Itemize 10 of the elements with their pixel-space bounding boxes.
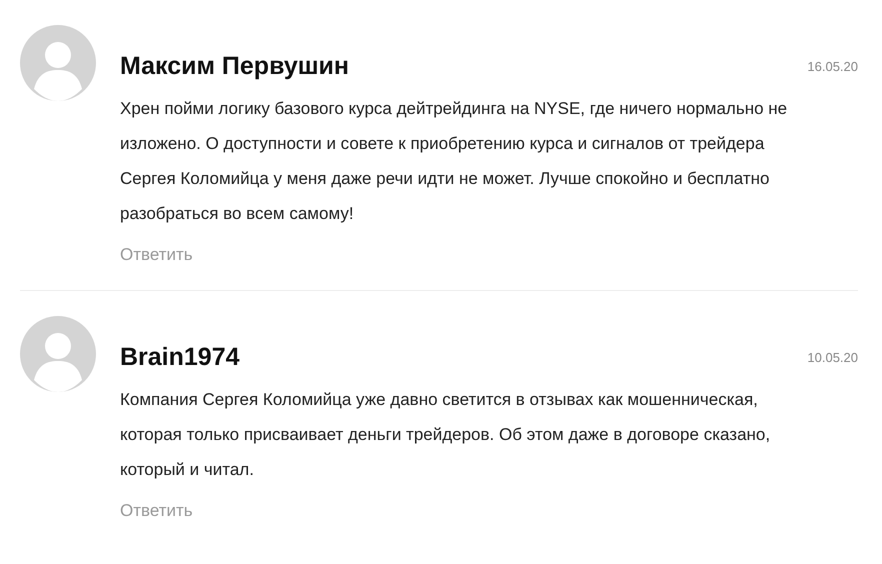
comment-text: Хрен пойми логику базового курса дейтрейдинга на NYSE, где ничего нормально не изложено. О доступности и совете к приобретению курса и сигналов от трейдера Сергея Коломийца у меня даже речи идти не может. Лучше спокойно и бесплатно разобраться во всем самому! [120, 98, 788, 225]
comment-date: 10.05.20 [807, 350, 858, 365]
reply-link[interactable]: Ответить [120, 244, 193, 266]
comment-text: Компания Сергея Коломийца уже давно светится в отзывах как мошенническая, которая только присваивает деньги трейдеров. Об этом даже в договоре сказано, который и читал. [120, 389, 772, 481]
author-name: Brain1974 [120, 343, 240, 372]
reply-link[interactable]: Ответить [120, 500, 193, 522]
comment-date: 16.05.20 [807, 59, 858, 74]
author-name: Максим Первушин [120, 52, 350, 81]
avatar-icon [20, 316, 96, 392]
avatar-icon [20, 25, 96, 101]
